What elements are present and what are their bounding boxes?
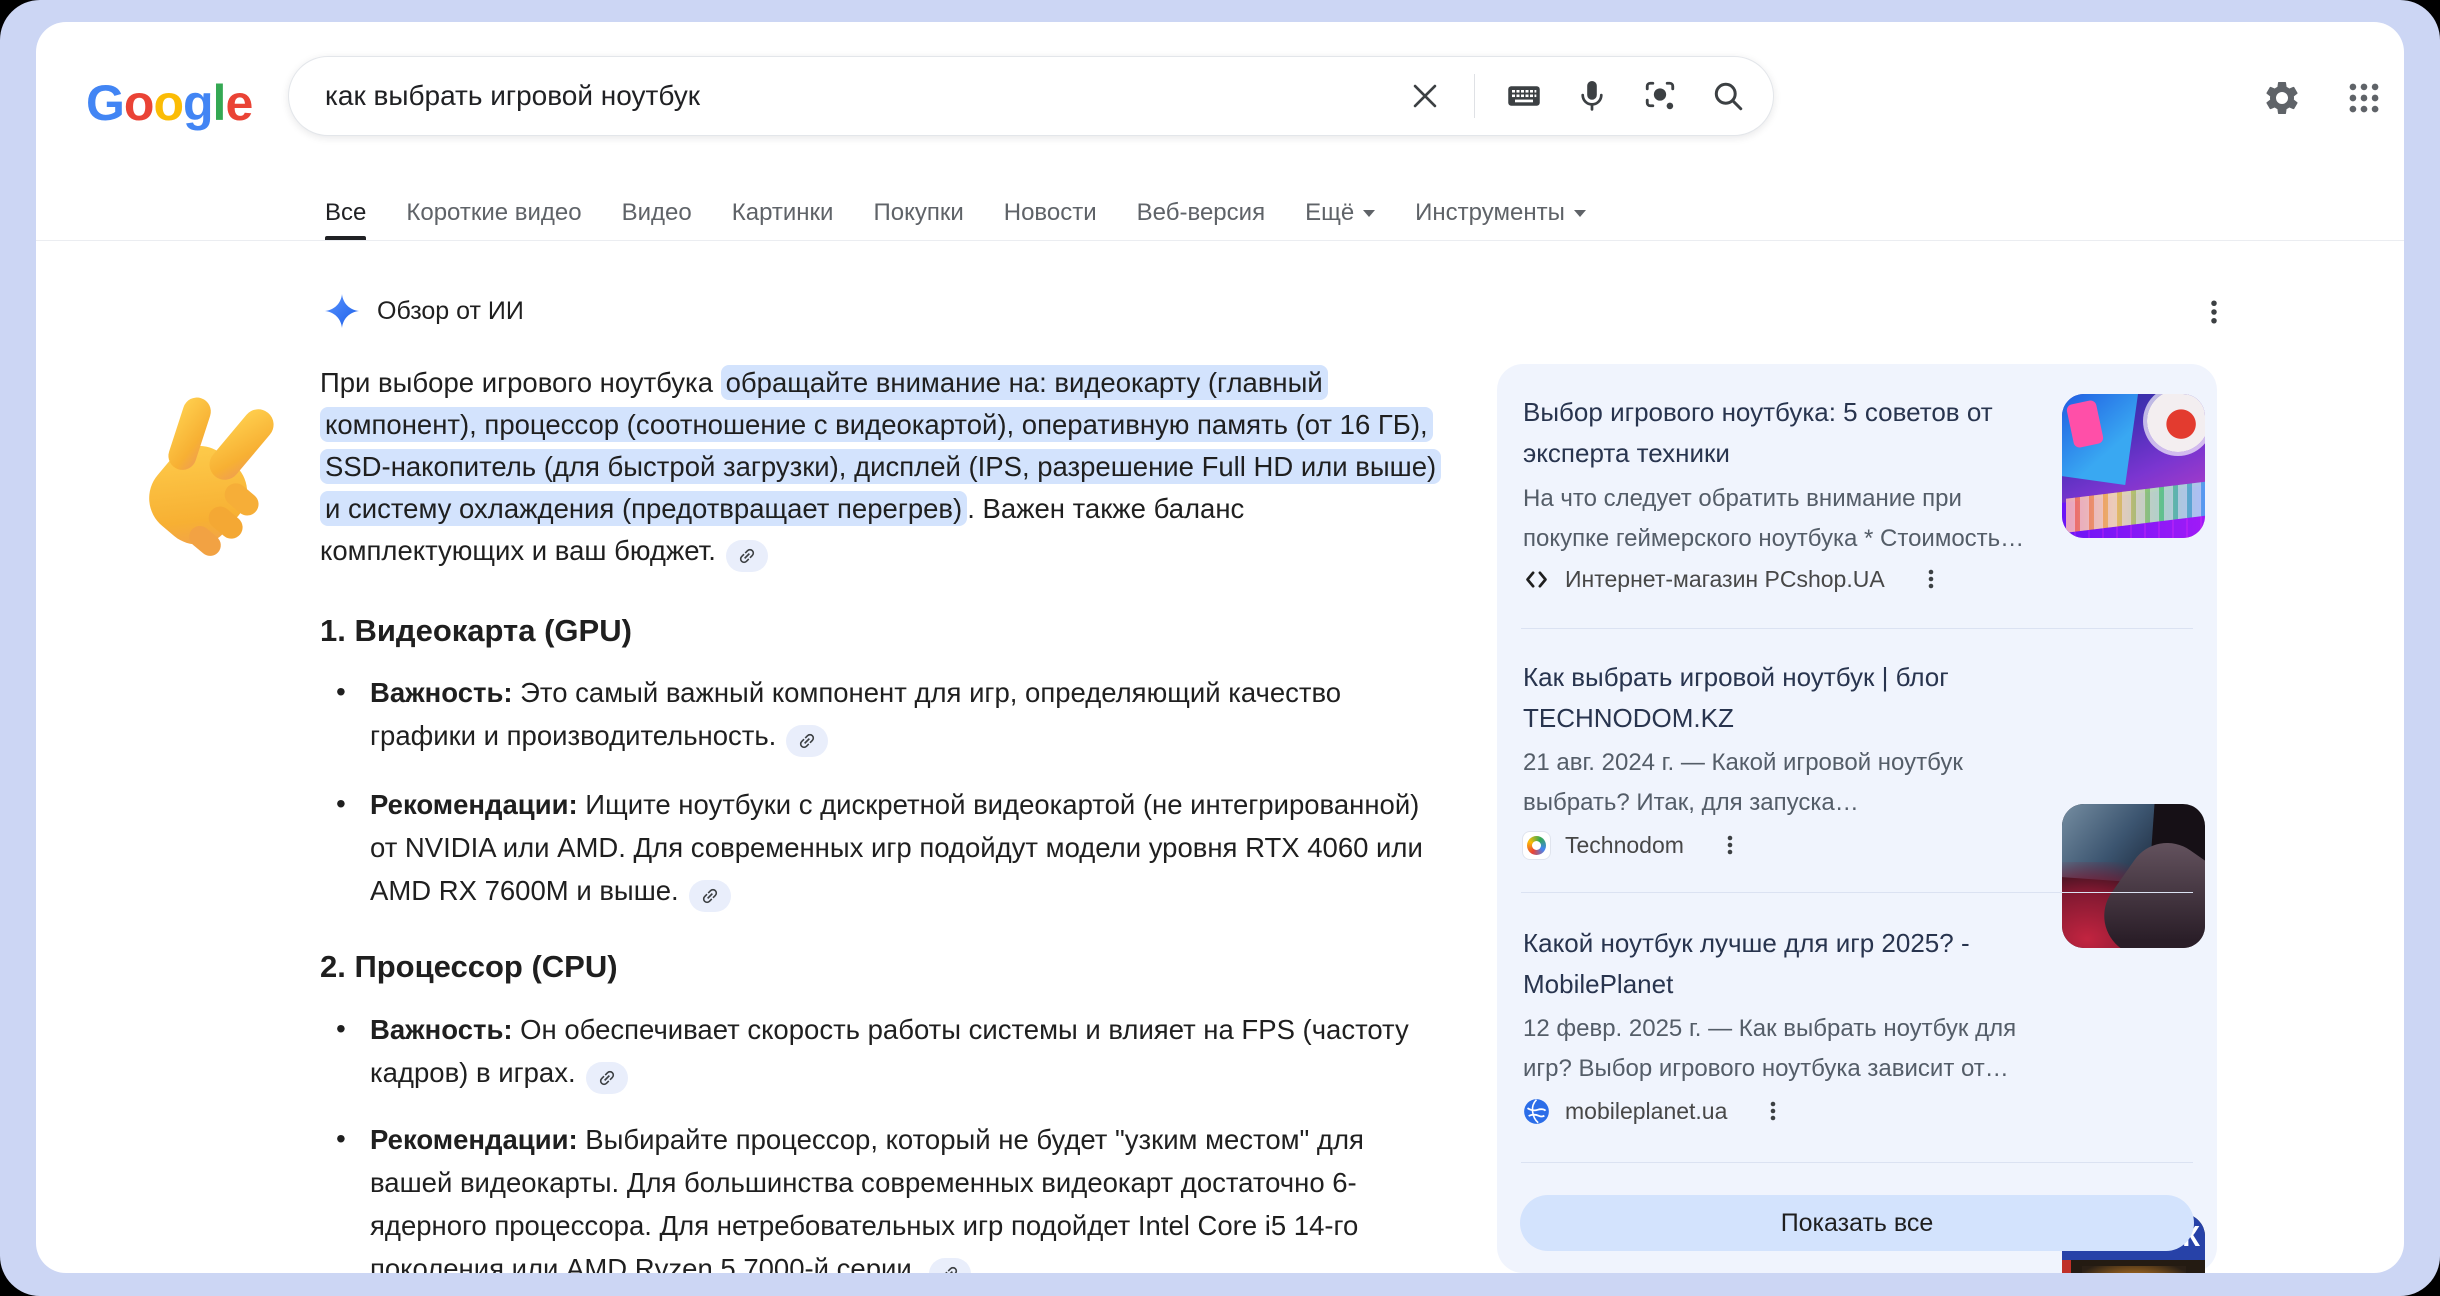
logo-letter: l [213,75,226,131]
bullet-label: Важность: [370,1014,513,1045]
keyboard-button[interactable] [1505,77,1543,115]
citation-link-button[interactable] [929,1258,971,1273]
citation-link-button[interactable] [786,725,828,757]
result-source-technodom[interactable]: Technodom [1523,828,1747,862]
kebab-menu-icon [2199,297,2229,327]
section-heading-gpu: 1. Видеокарта (GPU) [320,613,632,649]
chevron-down-icon [1363,210,1375,217]
google-logo[interactable]: Google [86,78,252,128]
bullet-cpu-recommendation: Рекомендации: Выбирайте процессор, котор… [320,1118,1438,1273]
logo-letter: e [225,75,252,131]
related-results-panel: Выбор игрового ноутбука: 5 советов от эк… [1497,364,2217,1273]
keyboard-icon [1506,78,1542,114]
bullet-gpu-importance: Важность: Это самый важный компонент для… [320,671,1438,757]
microphone-icon [1574,78,1610,114]
tab-tools[interactable]: Инструменты [1415,185,1586,240]
chevron-down-icon [1574,210,1586,217]
result-type-tabs: Все Короткие видео Видео Картинки Покупк… [325,185,1586,240]
search-input[interactable]: как выбрать игровой ноутбук [325,80,1406,112]
ai-sparkle-icon [325,294,359,328]
citation-link-button[interactable] [689,880,731,912]
gear-icon [2262,78,2302,118]
panel-divider [1521,892,2193,893]
bullet-text: Это самый важный компонент для игр, опре… [370,677,1341,751]
search-submit-button[interactable] [1709,77,1747,115]
technodom-favicon [1523,832,1550,859]
panel-divider [1521,628,2193,629]
tab-images[interactable]: Картинки [732,185,834,240]
panel-divider [1521,1162,2193,1163]
result-more-button[interactable] [1756,1094,1790,1128]
tab-more[interactable]: Ещё [1305,185,1375,240]
google-lens-icon [1642,78,1678,114]
result-source-pcshop[interactable]: Интернет-магазин PCshop.UA [1523,562,1948,596]
result-title-mobileplanet[interactable]: Какой ноутбук лучше для игр 2025? - Mobi… [1523,923,2039,1005]
section-heading-cpu: 2. Процессор (CPU) [320,949,618,985]
show-all-button[interactable]: Показать все [1520,1195,2194,1251]
logo-letter: o [124,75,154,131]
result-title-pcshop[interactable]: Выбор игрового ноутбука: 5 советов от эк… [1523,392,2039,474]
result-more-button[interactable] [1914,562,1948,596]
logo-letter: G [86,75,124,131]
tab-web[interactable]: Веб-версия [1137,185,1265,240]
bullet-label: Важность: [370,677,513,708]
tab-all[interactable]: Все [325,185,366,240]
citation-link-button[interactable] [586,1062,628,1094]
search-results-card: Google как выбрать игровой ноутбук [36,22,2404,1273]
ai-overview-more-button[interactable] [2194,292,2234,332]
ai-overview-intro: При выборе игрового ноутбука обращайте в… [320,362,1455,572]
bullet-label: Рекомендации: [370,1124,578,1155]
page-background: Google как выбрать игровой ноутбук [0,0,2440,1296]
source-name: Technodom [1565,832,1684,859]
google-apps-button[interactable] [2344,78,2384,118]
clear-search-button[interactable] [1406,77,1444,115]
tab-short-videos[interactable]: Короткие видео [406,185,581,240]
intro-pre: При выборе игрового ноутбука [320,367,721,398]
bullet-cpu-importance: Важность: Он обеспечивает скорость работ… [320,1008,1438,1094]
citation-link-button[interactable] [726,540,768,572]
bullet-label: Рекомендации: [370,789,578,820]
result-source-mobileplanet[interactable]: mobileplanet.ua [1523,1094,1790,1128]
bullet-text: Он обеспечивает скорость работы системы … [370,1014,1409,1088]
result-more-button[interactable] [1713,828,1747,862]
lens-search-button[interactable] [1641,77,1679,115]
close-icon [1408,79,1442,113]
settings-button[interactable] [2262,78,2302,118]
logo-letter: g [183,75,213,131]
logo-letter: o [153,75,183,131]
voice-search-button[interactable] [1573,77,1611,115]
search-bar[interactable]: как выбрать игровой ноутбук [288,56,1774,136]
code-brackets-icon [1523,566,1550,593]
globe-icon [1523,1098,1550,1125]
apps-grid-icon [2345,79,2383,117]
pointing-hand-emoji [130,384,290,574]
result-snippet-mobileplanet: 12 февр. 2025 г. — Как выбрать ноутбук д… [1523,1009,2039,1089]
tab-news[interactable]: Новости [1004,185,1097,240]
search-divider [1474,74,1475,118]
search-icon [1710,78,1746,114]
tab-shopping[interactable]: Покупки [873,185,963,240]
result-thumbnail-technodom[interactable] [2062,804,2205,948]
tabs-divider [36,240,2404,241]
result-snippet-technodom: 21 авг. 2024 г. — Какой игровой ноутбук … [1523,743,2039,823]
tab-more-label: Ещё [1305,199,1354,227]
result-thumbnail-pcshop[interactable] [2062,394,2205,538]
tab-videos[interactable]: Видео [622,185,692,240]
tab-tools-label: Инструменты [1415,199,1565,227]
ai-overview-label: Обзор от ИИ [377,297,524,326]
bullet-gpu-recommendation: Рекомендации: Ищите ноутбуки с дискретно… [320,783,1438,912]
source-name: mobileplanet.ua [1565,1098,1727,1125]
source-name: Интернет-магазин PCshop.UA [1565,566,1885,593]
result-title-technodom[interactable]: Как выбрать игровой ноутбук | блог TECHN… [1523,657,2039,739]
result-snippet-pcshop: На что следует обратить внимание при пок… [1523,479,2039,559]
